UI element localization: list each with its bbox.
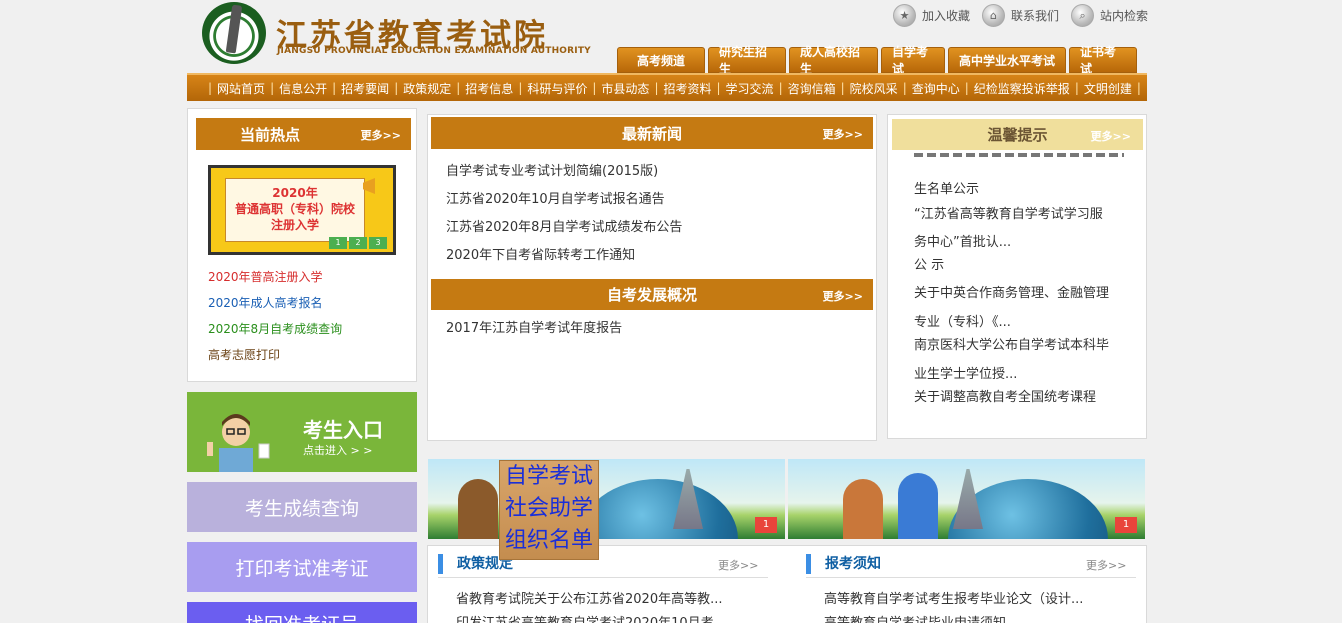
news-item[interactable]: 江苏省2020年8月自学考试成绩发布公告 [446,214,682,242]
self-study-org-sign[interactable]: 自学考试 社会助学 组织名单 [499,460,599,560]
nav-info[interactable]: 信息公开 [275,80,331,97]
student-avatar-icon [207,414,270,472]
nav-research[interactable]: 科研与评价 [523,80,591,97]
notice-item[interactable]: 高等教育自学考试毕业申请须知 [824,612,1083,623]
candidate-entry[interactable]: 考生入口 点击进入 > > [187,392,417,472]
print-admission-button[interactable]: 打印考试准考证 [187,542,417,592]
tab-certificate[interactable]: 证书考试 [1069,45,1137,76]
tips-title: 温馨提示 [987,126,1048,144]
news-title: 最新新闻 [621,124,682,143]
tips-item[interactable]: 公 示 [914,255,1132,283]
hot-title: 当前热点 [240,125,301,144]
student-figure [458,479,498,539]
entry-title: 考生入口 [303,418,383,442]
overview-header: 自考发展概况 更多>> [431,279,873,310]
news-more-link[interactable]: 更多>> [823,126,863,142]
nav-news[interactable]: 招考要闻 [337,80,393,97]
notice-title: 报考须知 [806,554,881,574]
tips-item[interactable]: 业生学士学位授... [914,364,1132,387]
tips-item[interactable]: 务中心”首批认... [914,232,1132,255]
nav-civility[interactable]: 文明创建 [1080,80,1136,97]
logo-emblem[interactable] [202,2,266,64]
bookmark-icon: ★ [893,4,916,27]
megaphone-icon [363,178,375,194]
policy-list: 省教育考试院关于公布江苏省2020年高等教... 印发江苏省高等教育自学考试20… [456,588,726,623]
news-item[interactable]: 江苏省2020年10月自学考试报名通告 [446,186,682,214]
hot-link-2[interactable]: 2020年成人高考报名 [208,294,342,320]
hot-link-4[interactable]: 高考志愿打印 [208,346,342,372]
bookmark-link[interactable]: ★ 加入收藏 [893,4,970,27]
tab-self-study[interactable]: 自学考试 [881,45,945,76]
tips-item[interactable]: 专业（专科）《... [914,312,1132,335]
policy-item[interactable]: 省教育考试院关于公布江苏省2020年高等教... [456,588,726,612]
hot-link-1[interactable]: 2020年普高注册入学 [208,268,342,294]
banner-tags: 1 2 3 [329,237,387,249]
tab-adult[interactable]: 成人高校招生 [789,45,878,76]
banner-page-indicator[interactable]: 1 [755,517,777,533]
hot-banner-text: 2020年 普通高职（专科）院校 注册入学 [225,178,365,242]
nav-query[interactable]: 查询中心 [908,80,964,97]
hot-link-3[interactable]: 2020年8月自考成绩查询 [208,320,342,346]
entry-sub: 点击进入 > > [303,444,373,457]
hot-header: 当前热点 更多>> [196,118,411,150]
nav-home[interactable]: 网站首页 [213,80,269,97]
nav-admission[interactable]: 招考信息 [461,80,517,97]
nav-mailbox[interactable]: 咨询信箱 [784,80,840,97]
nav-complaint[interactable]: 纪检监察投诉举报 [970,80,1074,97]
hot-more-link[interactable]: 更多>> [361,127,401,143]
hot-links: 2020年普高注册入学 2020年成人高考报名 2020年8月自考成绩查询 高考… [208,268,342,372]
main-nav: | 网站首页 | 信息公开 | 招考要闻 | 政策规定 | 招考信息 | 科研与评价 | 市县… [187,73,1147,101]
nav-exchange[interactable]: 学习交流 [722,80,778,97]
promo-banner-left[interactable]: 1 [428,459,785,539]
tips-item[interactable]: 关于中英合作商务管理、金融管理 [914,283,1132,312]
tab-academic-level[interactable]: 高中学业水平考试 [948,47,1066,73]
overview-list: 2017年江苏自学考试年度报告 [446,318,622,340]
contact-link[interactable]: ⌂ 联系我们 [982,4,1059,27]
tips-item[interactable]: “江苏省高等教育自学考试学习服 [914,204,1132,232]
hot-banner[interactable]: 2020年 普通高职（专科）院校 注册入学 1 2 3 [208,165,396,255]
policy-item[interactable]: 印发江苏省高等教育自学考试2020年10月考... [456,612,726,623]
tips-scroll-fragment [914,151,1124,159]
tips-item[interactable]: 南京医科大学公布自学考试本科毕 [914,335,1132,364]
tips-item[interactable]: 生名单公示 [914,179,1132,204]
channel-tabs: 高考频道 研究生招生 成人高校招生 自学考试 高中学业水平考试 证书考试 [617,45,1137,76]
overview-more-link[interactable]: 更多>> [823,288,863,304]
nav-materials[interactable]: 招考资料 [659,80,715,97]
news-list: 自学考试专业考试计划简编(2015版) 江苏省2020年10月自学考试报名通告 … [446,158,682,270]
tab-graduate[interactable]: 研究生招生 [708,45,786,76]
promo-banner-right[interactable]: 1 [788,459,1145,539]
overview-title: 自考发展概况 [606,286,697,304]
banner-page-indicator[interactable]: 1 [1115,517,1137,533]
news-header: 最新新闻 更多>> [431,117,873,149]
student-figure [898,473,938,539]
recover-admission-button[interactable]: 找回准考证号 [187,602,417,623]
site-search-link[interactable]: ⌕ 站内检索 [1071,4,1148,27]
divider [438,577,768,578]
home-icon: ⌂ [982,4,1006,27]
overview-item[interactable]: 2017年江苏自学考试年度报告 [446,318,622,340]
news-item[interactable]: 2020年下自考省际转考工作通知 [446,242,682,270]
tab-gaokao[interactable]: 高考频道 [617,47,705,73]
notice-item[interactable]: 高等教育自学考试考生报考毕业论文（设计... [824,588,1083,612]
globe-graphic [578,479,738,539]
page: 江苏省教育考试院 JIANGSU PROVINCIAL EDUCATION EX… [0,0,1342,623]
search-icon: ⌕ [1071,4,1095,27]
tips-item[interactable]: 关于调整高教自考全国统考课程 [914,387,1132,410]
tips-more-link[interactable]: 更多>> [1091,128,1131,144]
site-subtitle: JIANGSU PROVINCIAL EDUCATION EXAMINATION… [277,46,591,56]
nav-policy[interactable]: 政策规定 [399,80,455,97]
news-item[interactable]: 自学考试专业考试计划简编(2015版) [446,158,682,186]
notice-more-link[interactable]: 更多>> [1086,557,1126,573]
nav-city[interactable]: 市县动态 [597,80,653,97]
top-links: ★ 加入收藏 ⌂ 联系我们 ⌕ 站内检索 [893,4,1148,27]
notice-list: 高等教育自学考试考生报考毕业论文（设计... 高等教育自学考试毕业申请须知 [824,588,1083,623]
student-figure [843,479,883,539]
tips-panel: 温馨提示 更多>> 生名单公示 “江苏省高等教育自学考试学习服 务中心”首批认.… [887,114,1147,439]
policy-more-link[interactable]: 更多>> [718,557,758,573]
nav-colleges[interactable]: 院校风采 [846,80,902,97]
divider [806,577,1136,578]
tips-list: 生名单公示 “江苏省高等教育自学考试学习服 务中心”首批认... 公 示 关于中… [914,179,1132,410]
tips-header: 温馨提示 更多>> [892,119,1143,150]
score-query-button[interactable]: 考生成绩查询 [187,482,417,532]
